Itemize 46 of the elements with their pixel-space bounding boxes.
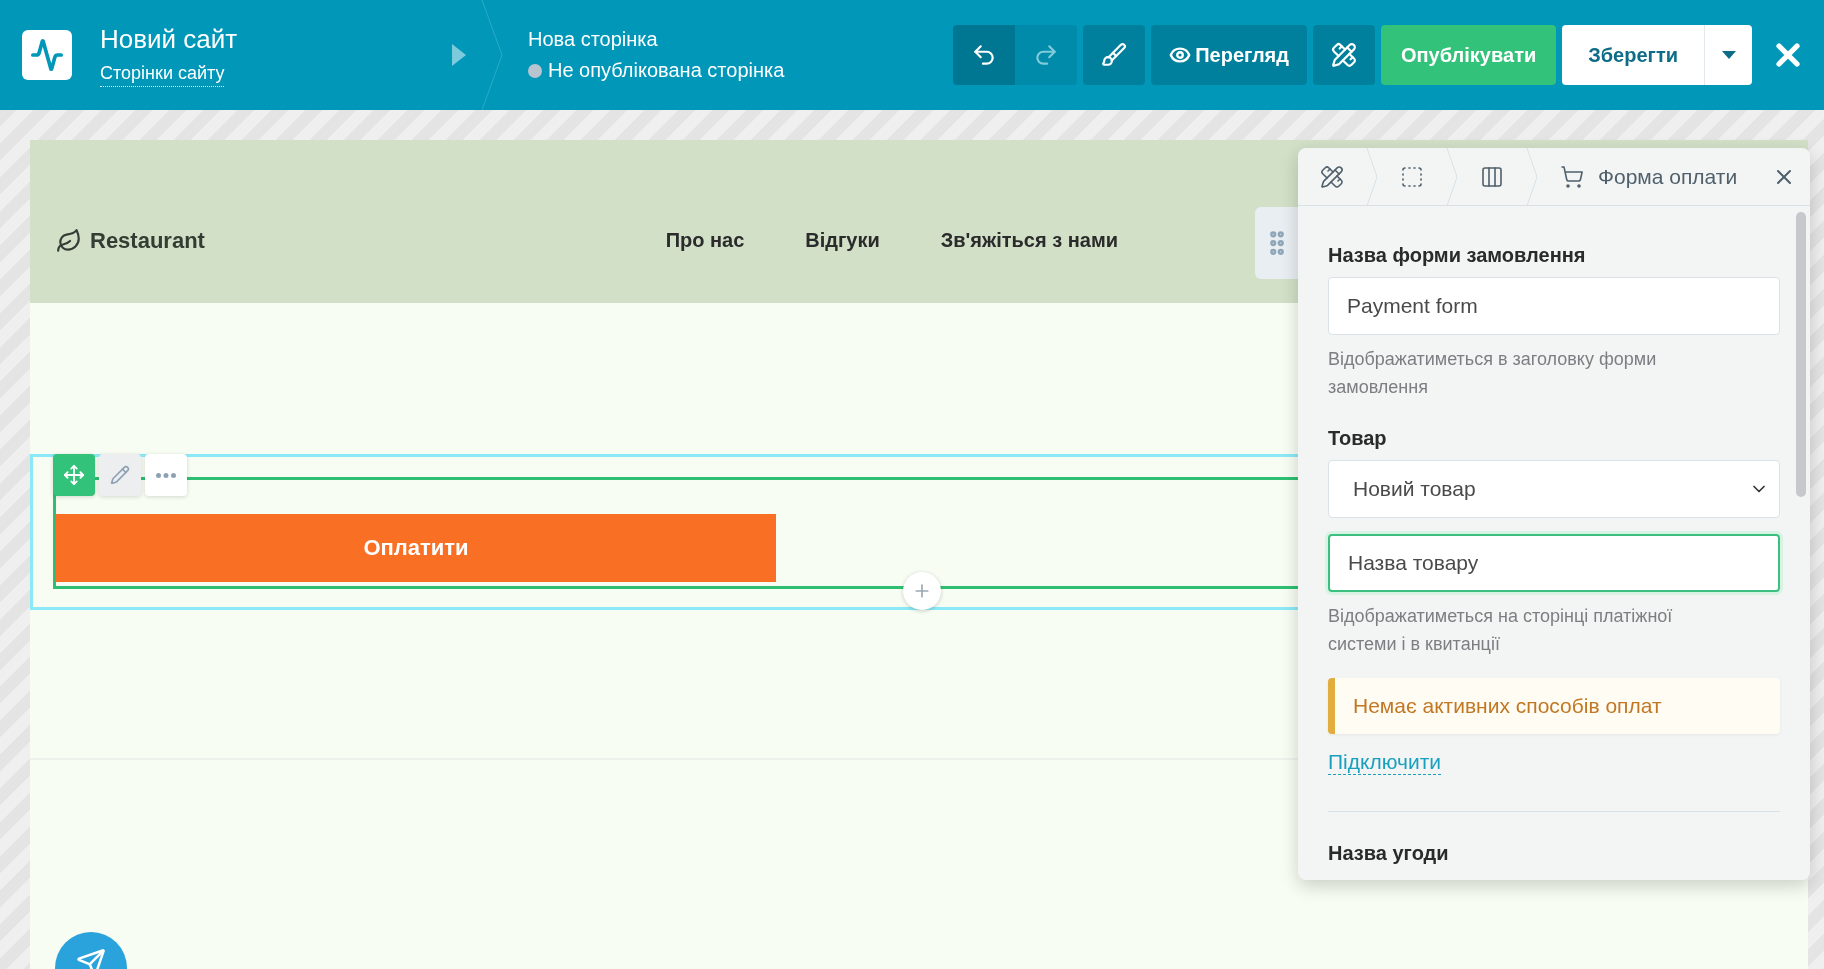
- field-label: Товар: [1328, 427, 1388, 450]
- columns-icon: [1480, 164, 1504, 189]
- page-status: Не опублікована сторінка: [548, 59, 785, 82]
- nav-link[interactable]: Відгуки: [805, 229, 880, 252]
- hint-text: Відображатиметься в заголовку форми замовлення: [1328, 348, 1658, 399]
- pencil-ruler-icon: [1330, 42, 1357, 68]
- preview-button[interactable]: Перегляд: [1151, 25, 1307, 85]
- field-label: Назва угоди: [1328, 842, 1450, 865]
- paper-plane-icon: [76, 948, 106, 969]
- move-button[interactable]: [53, 454, 95, 496]
- site-logo-text: Restaurant: [90, 227, 205, 254]
- style-button[interactable]: [1083, 25, 1146, 85]
- triangle-icon[interactable]: [452, 44, 466, 66]
- dashed-square-icon: [1400, 164, 1424, 189]
- move-icon: [63, 464, 85, 486]
- more-icon: [156, 472, 176, 478]
- scrollbar[interactable]: [1796, 212, 1806, 497]
- leaf-icon: [56, 227, 82, 254]
- eye-icon: [1169, 44, 1192, 66]
- pencil-icon: [110, 465, 130, 485]
- warning-message: Немає активних способів оплат: [1328, 678, 1780, 734]
- nav-link[interactable]: Зв'яжіться з нами: [940, 229, 1118, 252]
- save-button[interactable]: Зберегти: [1562, 25, 1704, 85]
- design-button[interactable]: [1312, 25, 1375, 85]
- edit-button[interactable]: [99, 454, 141, 496]
- site-pages-link[interactable]: Сторінки сайту: [100, 62, 225, 87]
- cart-icon: [1560, 164, 1584, 189]
- field-label: Назва форми замовлення: [1328, 244, 1587, 267]
- save-options-button[interactable]: [1704, 25, 1752, 85]
- pencil-ruler-icon: [1320, 164, 1344, 189]
- brush-icon: [1101, 42, 1128, 68]
- more-button[interactable]: [145, 454, 187, 496]
- text-input[interactable]: Payment form: [1328, 277, 1780, 335]
- drag-handle[interactable]: [1255, 207, 1298, 279]
- product-select[interactable]: Новий товар: [1328, 460, 1780, 518]
- text-input[interactable]: Назва товару: [1328, 534, 1780, 592]
- app-logo[interactable]: [22, 30, 72, 80]
- nav-link[interactable]: Про нас: [665, 229, 745, 252]
- undo-button[interactable]: [953, 25, 1016, 85]
- breadcrumb-tab[interactable]: Форма оплати: [1538, 148, 1760, 206]
- caret-icon: [1721, 51, 1736, 59]
- page-title: Нова сторінка: [528, 28, 659, 51]
- hint-text: Відображатиметься на сторінці платіжної системи і в квитанції: [1328, 605, 1674, 656]
- site-title: Новий сайт: [100, 23, 239, 55]
- pulse-icon: [30, 38, 64, 72]
- add-block-button[interactable]: [903, 572, 941, 610]
